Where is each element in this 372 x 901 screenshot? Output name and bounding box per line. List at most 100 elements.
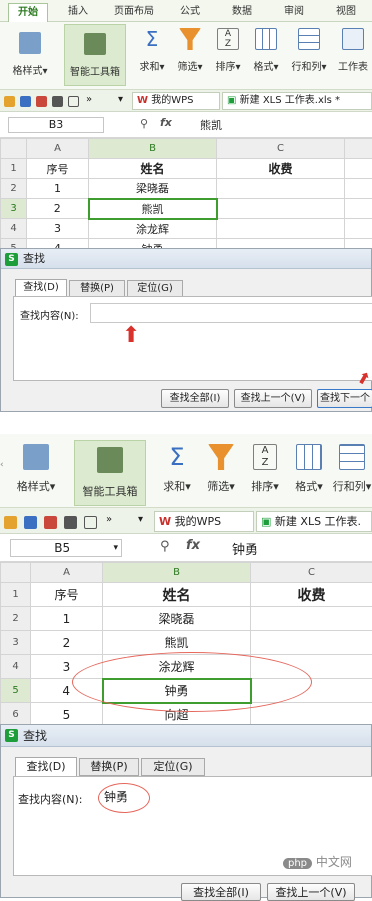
open-folder-icon[interactable] — [4, 516, 17, 529]
export-pdf-icon[interactable] — [36, 96, 47, 107]
save-icon[interactable] — [24, 516, 37, 529]
row-header[interactable]: 3 — [1, 199, 27, 219]
tab-my-wps[interactable]: W 我的WPS — [132, 92, 220, 110]
table-style-button[interactable]: 格样式▾ — [6, 28, 54, 84]
tab-my-wps[interactable]: W 我的WPS — [154, 511, 254, 532]
tab-replace[interactable]: 替换(P) — [69, 280, 125, 297]
tab-review[interactable]: 审阅 — [274, 3, 314, 22]
print-preview-icon[interactable] — [68, 96, 79, 107]
cell[interactable]: 5 — [31, 703, 103, 727]
row-header[interactable]: 1 — [1, 583, 31, 607]
cell[interactable]: 1 — [27, 179, 89, 199]
more-icon[interactable]: » — [86, 94, 92, 105]
tab-replace[interactable]: 替换(P) — [79, 758, 139, 776]
cell[interactable] — [345, 219, 372, 239]
cell[interactable] — [217, 199, 345, 219]
save-icon[interactable] — [20, 96, 31, 107]
tab-insert[interactable]: 插入 — [58, 3, 98, 22]
tab-formulas[interactable]: 公式 — [170, 3, 210, 22]
cell[interactable]: 1 — [31, 607, 103, 631]
cell[interactable]: 序号 — [27, 159, 89, 179]
table-style-button[interactable]: 格样式▾ — [8, 444, 64, 504]
tab-data[interactable]: 数据 — [222, 3, 262, 22]
column-header-b[interactable]: B — [103, 563, 251, 583]
dropdown-icon[interactable]: ▾ — [138, 514, 143, 525]
column-header-d[interactable] — [345, 139, 372, 159]
row-header[interactable]: 5 — [1, 679, 31, 703]
find-previous-button[interactable]: 查找上一个(V) — [234, 389, 312, 408]
row-header[interactable]: 4 — [1, 219, 27, 239]
cell[interactable] — [251, 631, 372, 655]
cell[interactable]: 序号 — [31, 583, 103, 607]
column-header-b[interactable]: B — [89, 139, 217, 159]
tab-goto[interactable]: 定位(G) — [127, 280, 183, 297]
rows-cols-button[interactable]: 行和列▾ — [286, 28, 332, 84]
row-header[interactable]: 1 — [1, 159, 27, 179]
export-pdf-icon[interactable] — [44, 516, 57, 529]
row-header[interactable]: 2 — [1, 607, 31, 631]
corner-cell[interactable] — [1, 139, 27, 159]
smart-toolbox-button[interactable]: 智能工具箱 — [74, 440, 146, 506]
row-header[interactable]: 3 — [1, 631, 31, 655]
worksheet-button[interactable]: 工作表 — [334, 28, 372, 84]
find-all-button[interactable]: 查找全部(I) — [161, 389, 229, 408]
tab-document[interactable]: ▣ 新建 XLS 工作表. — [256, 511, 372, 532]
dropdown-icon[interactable]: ▾ — [118, 94, 123, 105]
cell[interactable]: 2 — [31, 631, 103, 655]
cell[interactable]: 收费 — [217, 159, 345, 179]
open-folder-icon[interactable] — [4, 96, 15, 107]
format-button[interactable]: 格式▾ — [288, 444, 330, 504]
name-box[interactable]: B3 — [8, 117, 104, 133]
formula-input[interactable]: 熊凯 — [200, 117, 222, 133]
active-cell[interactable]: 熊凯 — [89, 199, 217, 219]
name-box[interactable]: B5▾ — [10, 539, 122, 557]
find-input[interactable] — [90, 303, 372, 323]
tab-document[interactable]: ▣ 新建 XLS 工作表.xls * — [222, 92, 372, 110]
sum-button[interactable]: Σ 求和▾ — [134, 28, 170, 84]
print-icon[interactable] — [52, 96, 63, 107]
ribbon-scroll-left-icon[interactable]: ‹ — [0, 460, 4, 470]
cell[interactable] — [345, 179, 372, 199]
cell[interactable]: 姓名 — [89, 159, 217, 179]
column-header-a[interactable]: A — [31, 563, 103, 583]
tab-page-layout[interactable]: 页面布局 — [108, 3, 160, 22]
cell[interactable] — [345, 199, 372, 219]
row-header[interactable]: 6 — [1, 703, 31, 727]
print-preview-icon[interactable] — [84, 516, 97, 529]
rows-cols-button[interactable]: 行和列▾ — [332, 444, 372, 504]
cell[interactable]: 梁晓磊 — [89, 179, 217, 199]
find-next-button[interactable]: 查找下一个 — [317, 389, 372, 408]
tab-home[interactable]: 开始 — [8, 3, 48, 22]
cell[interactable]: 涂龙辉 — [89, 219, 217, 239]
row-header[interactable]: 2 — [1, 179, 27, 199]
filter-button[interactable]: 筛选▾ — [172, 28, 208, 84]
tab-goto[interactable]: 定位(G) — [141, 758, 205, 776]
filter-button[interactable]: 筛选▾ — [200, 444, 242, 504]
fx-icon[interactable]: fx — [160, 116, 172, 129]
cell[interactable]: 收费 — [251, 583, 372, 607]
cell[interactable]: 熊凯 — [103, 631, 251, 655]
zoom-icon[interactable]: ⚲ — [140, 117, 148, 130]
row-header[interactable]: 4 — [1, 655, 31, 679]
format-button[interactable]: 格式▾ — [248, 28, 284, 84]
cell[interactable] — [251, 607, 372, 631]
cell[interactable] — [251, 703, 372, 727]
cell[interactable]: 姓名 — [103, 583, 251, 607]
cell[interactable]: 2 — [27, 199, 89, 219]
find-previous-button[interactable]: 查找上一个(V) — [267, 883, 355, 901]
zoom-icon[interactable]: ⚲ — [160, 539, 170, 554]
sort-button[interactable]: AZ 排序▾ — [210, 28, 246, 84]
tab-find[interactable]: 查找(D) — [15, 279, 67, 296]
cell[interactable] — [217, 219, 345, 239]
cell[interactable] — [217, 179, 345, 199]
cell[interactable]: 梁晓磊 — [103, 607, 251, 631]
cell[interactable]: 3 — [27, 219, 89, 239]
tab-find[interactable]: 查找(D) — [15, 757, 77, 776]
corner-cell[interactable] — [1, 563, 31, 583]
formula-input[interactable]: 钟勇 — [232, 539, 258, 558]
print-icon[interactable] — [64, 516, 77, 529]
column-header-a[interactable]: A — [27, 139, 89, 159]
fx-icon[interactable]: fx — [186, 538, 200, 553]
find-all-button[interactable]: 查找全部(I) — [181, 883, 261, 901]
column-header-c[interactable]: C — [251, 563, 372, 583]
